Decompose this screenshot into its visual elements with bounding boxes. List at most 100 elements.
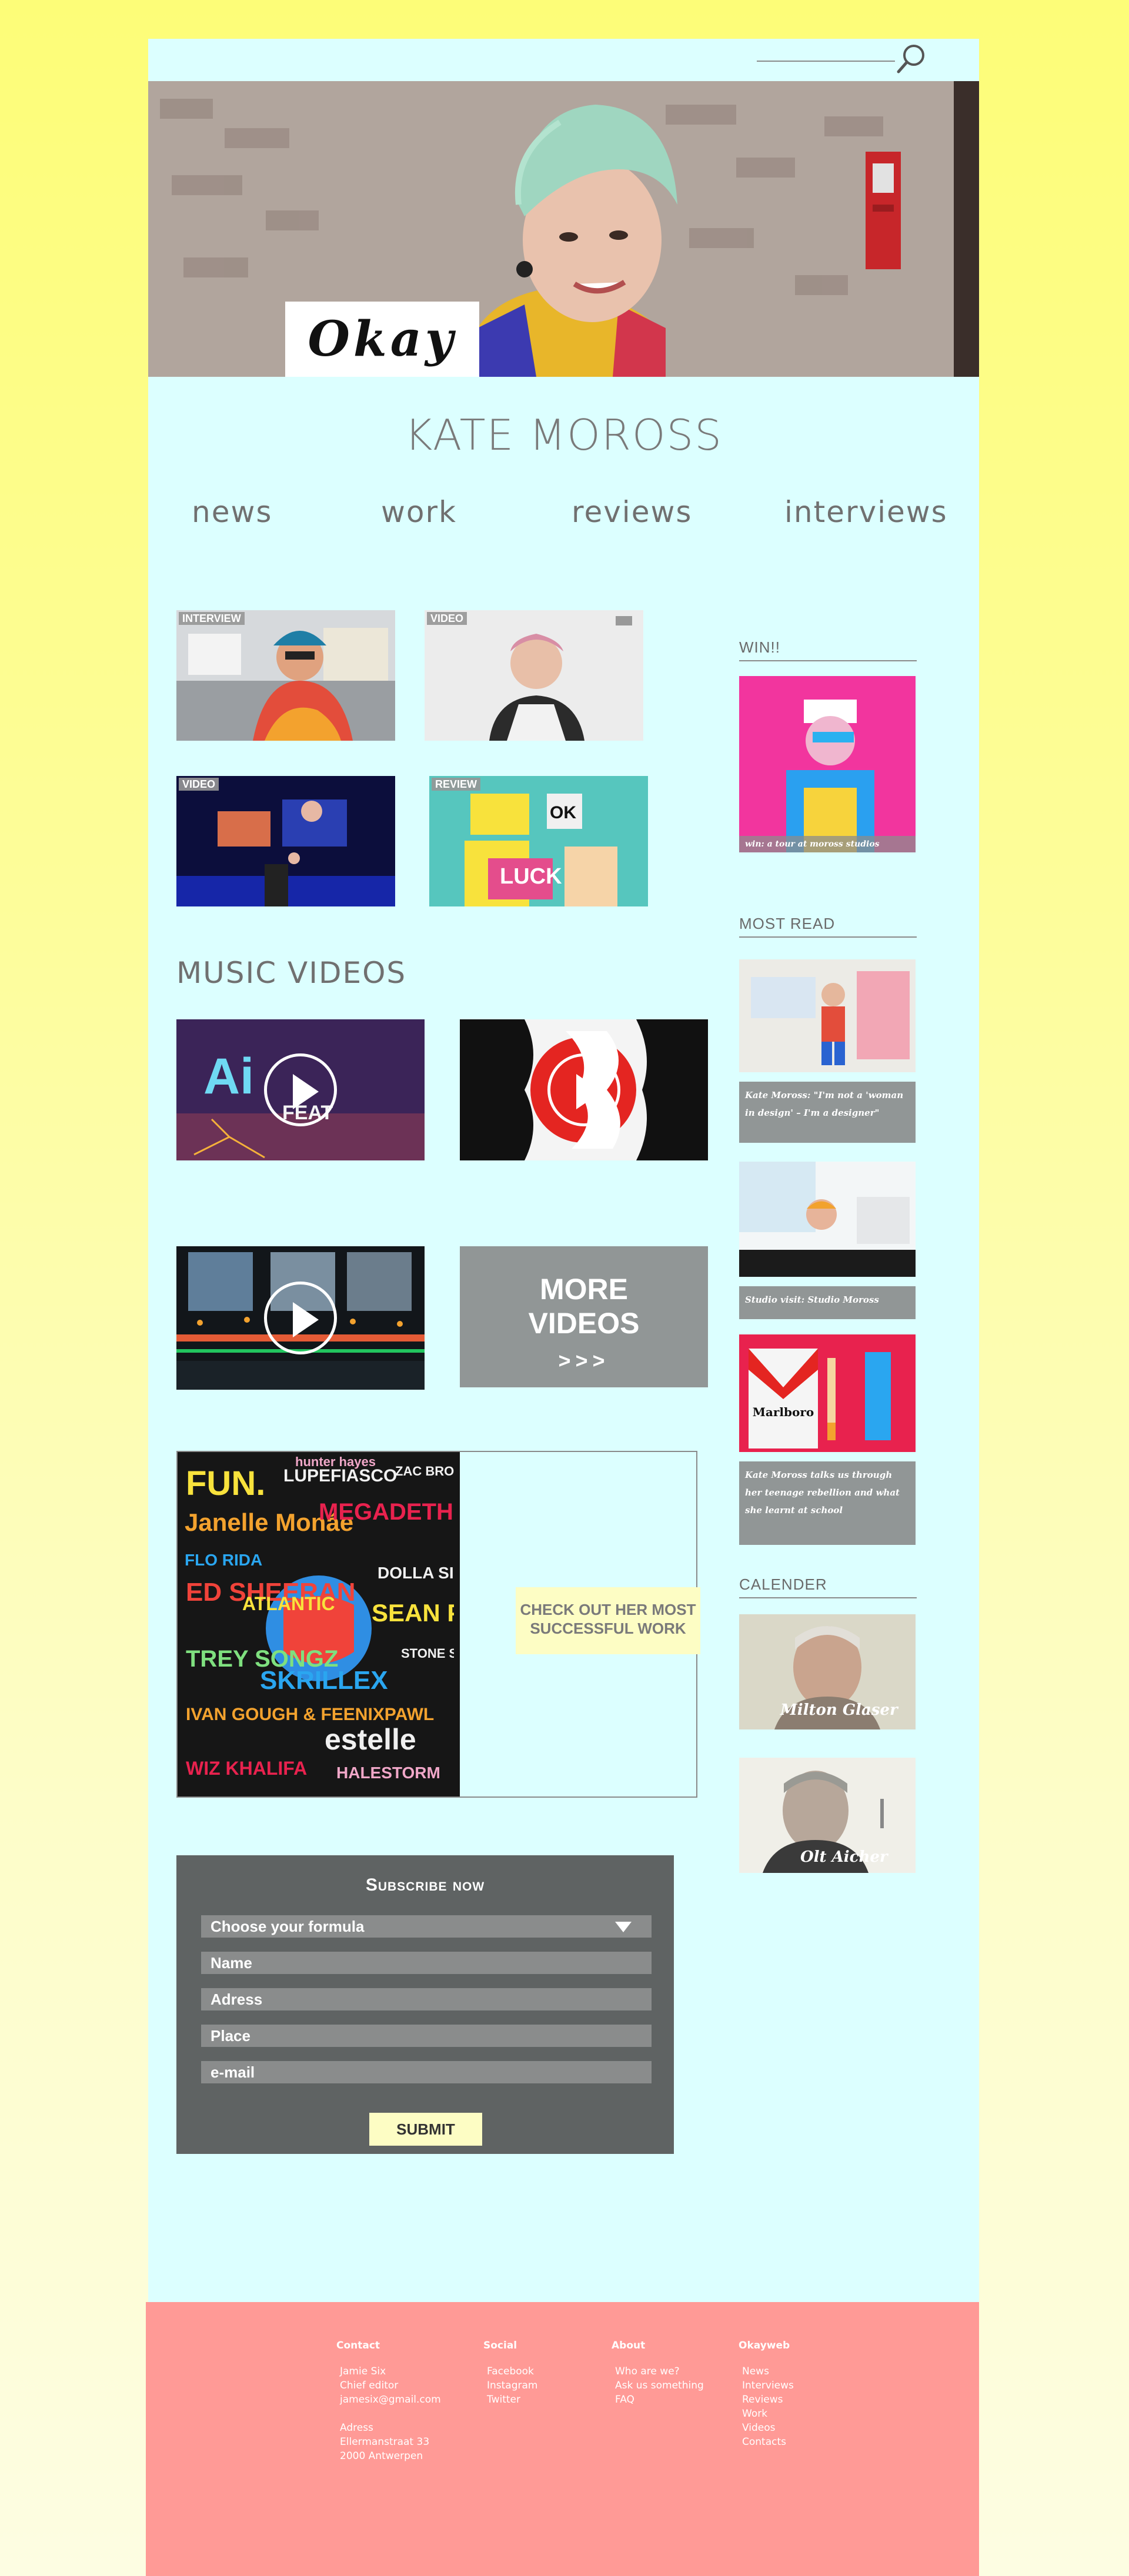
footer-address-line: 2000 Antwerpen <box>340 2450 423 2462</box>
footer-about-heading: About <box>612 2340 646 2351</box>
formula-select[interactable]: Choose your formula <box>201 1915 652 1938</box>
subscribe-title: Subscribe now <box>365 1875 485 1895</box>
most-read-image-2 <box>739 1162 916 1277</box>
win-card-image <box>739 676 916 852</box>
footer-contact: Contact Jamie Six Chief editor jamesix@g… <box>336 2340 441 2463</box>
most-read-caption-3[interactable]: Kate Moross talks us through her teenage… <box>739 1461 916 1545</box>
hero-photo <box>148 81 979 377</box>
artwork-word: estelle <box>325 1723 416 1756</box>
footer-social-heading: Social <box>483 2340 517 2351</box>
artwork-word: FUN. <box>186 1464 266 1503</box>
site-title: KATE MOROSS <box>405 410 723 460</box>
review-overlay-text: LUCK <box>500 864 562 889</box>
music-video-3[interactable] <box>176 1246 425 1390</box>
footer-contact-line: Chief editor <box>340 2380 399 2391</box>
footer-link-ask[interactable]: Ask us something <box>615 2378 704 2393</box>
footer-link-instagram[interactable]: Instagram <box>487 2378 538 2393</box>
win-caption: win: a tour at moross studios <box>739 836 916 852</box>
footer-social: Social Facebook Instagram Twitter <box>483 2340 538 2407</box>
most-read-card-2[interactable] <box>739 1162 916 1277</box>
win-card[interactable]: win: a tour at moross studios <box>739 676 916 852</box>
footer-link-faq[interactable]: FAQ <box>615 2393 704 2407</box>
search-underline <box>757 61 895 62</box>
most-read-image-1 <box>739 959 916 1072</box>
news-tile-review[interactable]: OK REVIEW LUCK <box>429 776 648 906</box>
name-field[interactable] <box>201 1952 652 1974</box>
main-nav: news work reviews interviews <box>148 495 979 542</box>
nav-work[interactable]: work <box>381 495 457 529</box>
footer-contact-email[interactable]: jamesix@gmail.com <box>340 2393 441 2407</box>
footer-link-news[interactable]: News <box>742 2364 794 2378</box>
artwork-word: MEGADETH <box>319 1499 453 1525</box>
more-videos-button[interactable]: MORE VIDEOS >>> <box>460 1246 708 1387</box>
more-videos-label: MORE VIDEOS <box>528 1273 640 1340</box>
artwork-word: hunter hayes <box>295 1454 376 1469</box>
footer-link-interviews[interactable]: Interviews <box>742 2378 794 2393</box>
news-tile-video-2[interactable]: VIDEO <box>176 776 395 906</box>
nav-interviews[interactable]: interviews <box>784 495 948 529</box>
footer-address-line: Adress <box>340 2422 373 2434</box>
page-container: Okay KATE MOROSS news work reviews inter… <box>148 39 979 2302</box>
svg-text:OK: OK <box>550 803 576 822</box>
artwork-word: WIZ KHALIFA <box>186 1758 308 1779</box>
search-input[interactable] <box>757 44 895 61</box>
most-read-image-3 <box>739 1334 916 1452</box>
feature-cta-button[interactable]: CHECK OUT HER MOST SUCCESSFUL WORK <box>516 1587 700 1654</box>
artwork-word: FLO RIDA <box>185 1551 263 1569</box>
footer-link-reviews[interactable]: Reviews <box>742 2393 794 2407</box>
artwork-word: DOLLA SIGN <box>378 1564 454 1582</box>
footer-link-videos[interactable]: Videos <box>742 2421 794 2435</box>
artwork-word: STONE SOUR <box>401 1646 454 1661</box>
music-videos-heading: MUSIC VIDEOS <box>176 956 407 990</box>
artwork-word: ZAC BROWN BAND <box>395 1464 454 1478</box>
footer-link-contacts[interactable]: Contacts <box>742 2435 794 2449</box>
news-tile-tag: VIDEO <box>179 778 219 791</box>
calendar-card-2[interactable]: Olt Aicher <box>739 1758 916 1873</box>
most-read-caption-1[interactable]: Kate Moross: "I'm not a 'woman in design… <box>739 1082 916 1143</box>
artwork-word: HALESTORM <box>336 1764 440 1782</box>
music-video-1-title: Ai <box>203 1048 254 1105</box>
music-video-2[interactable] <box>460 1019 708 1160</box>
music-video-1[interactable]: Ai FEAT <box>176 1019 425 1160</box>
artwork-word: SEAN PAUL <box>372 1599 454 1627</box>
footer-okayweb: Okayweb News Interviews Reviews Work Vid… <box>739 2340 794 2449</box>
okay-logo[interactable]: Okay <box>285 302 479 377</box>
most-read-heading: MOST READ <box>739 915 917 938</box>
footer-link-work[interactable]: Work <box>742 2407 794 2421</box>
calendar-card-1[interactable]: Milton Glaser <box>739 1614 916 1729</box>
subscribe-form: Subscribe now Choose your formula SUBMIT <box>176 1855 674 2154</box>
nav-reviews[interactable]: reviews <box>572 495 692 529</box>
submit-button[interactable]: SUBMIT <box>369 2113 482 2146</box>
win-heading: WIN!! <box>739 638 917 661</box>
play-icon[interactable] <box>264 1053 337 1126</box>
footer-okayweb-heading: Okayweb <box>739 2340 790 2351</box>
most-read-caption-2[interactable]: Studio visit: Studio Moross <box>739 1286 916 1319</box>
news-tile-tag: VIDEO <box>427 612 467 625</box>
news-tile-video-1[interactable]: VIDEO <box>425 610 643 741</box>
calendar-name-2: Olt Aicher <box>800 1848 888 1866</box>
search-icon[interactable] <box>895 42 928 75</box>
hero-banner: Okay <box>148 81 979 377</box>
calendar-name-1: Milton Glaser <box>780 1701 898 1719</box>
footer-link-who[interactable]: Who are we? <box>615 2364 704 2378</box>
formula-select-label: Choose your formula <box>211 1918 365 1935</box>
most-read-card-3[interactable]: Marlboro <box>739 1334 916 1452</box>
most-read-card-1[interactable] <box>739 959 916 1072</box>
footer-about: About Who are we? Ask us something FAQ <box>612 2340 704 2407</box>
more-videos-arrows: >>> <box>558 1349 610 1373</box>
feature-artwork[interactable]: FUN.LUPEFIASCOZAC BROWN BANDJanelle Moná… <box>178 1452 460 1796</box>
footer-link-twitter[interactable]: Twitter <box>487 2393 538 2407</box>
news-tile-tag: INTERVIEW <box>179 612 245 625</box>
artwork-word: ATLANTIC <box>242 1593 335 1614</box>
footer-contact-line: Jamie Six <box>340 2366 386 2377</box>
calendar-heading: CALENDER <box>739 1575 917 1598</box>
footer-link-facebook[interactable]: Facebook <box>487 2364 538 2378</box>
address-field[interactable] <box>201 1988 652 2010</box>
site-footer: Contact Jamie Six Chief editor jamesix@g… <box>146 2302 979 2576</box>
play-icon[interactable] <box>264 1282 337 1354</box>
news-tile-interview[interactable]: INTERVIEW <box>176 610 395 741</box>
email-field[interactable] <box>201 2061 652 2083</box>
place-field[interactable] <box>201 2025 652 2047</box>
play-icon[interactable] <box>547 1053 620 1126</box>
nav-news[interactable]: news <box>192 495 272 529</box>
